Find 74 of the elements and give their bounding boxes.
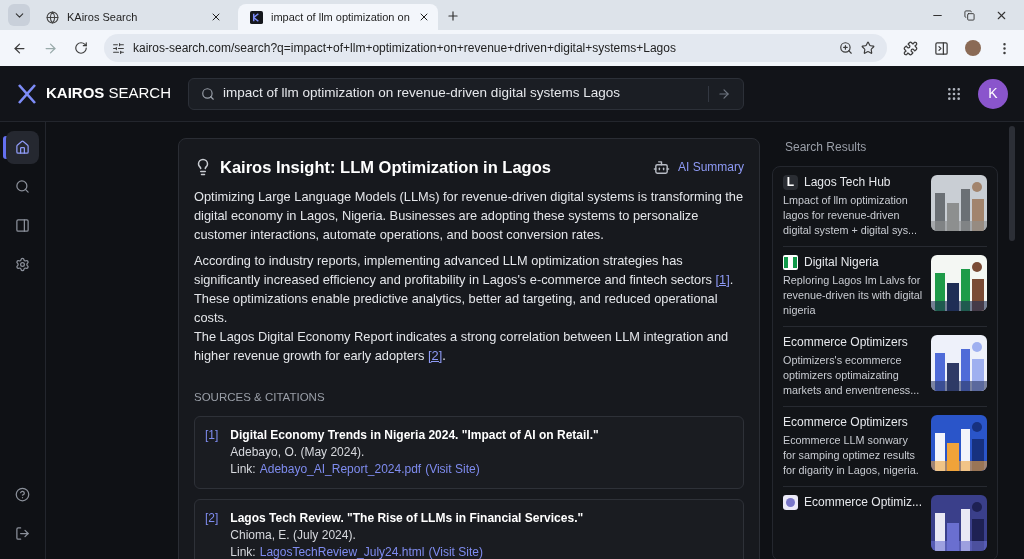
site-logo-icon: L [783,175,798,190]
url-text: kairos-search.com/search?q=impact+of+llm+optimization+on+revenue+driven+digital+systems+Lagos [133,40,677,57]
back-icon[interactable] [12,40,27,56]
summary-paragraph: Optimizing Large Language Models (LLMs) for revenue-driven digital systems is transforming the digital economy in Lagos, Nigeria. Businesses are adopting these systems to personalize customer interactions, automate operations, and boost conversion rates. [194,187,744,244]
flag-icon [783,255,798,270]
search-icon [15,179,30,194]
zoom-icon[interactable] [839,41,853,55]
visit-site-link[interactable]: (Visit Site) [425,461,480,478]
insight-title: Kairos Insight: LLM Optimization in Lagos [220,157,552,178]
ai-summary-label: AI Summary [678,159,744,177]
browser-tab[interactable]: impact of llm optimization on [238,4,438,30]
source-author: Adebayo, O. (May 2024). [230,444,366,461]
results-heading: Search Results [784,139,868,156]
link-label: Link: [230,461,256,478]
result-item[interactable]: Ecommerce Optimizers Optimizers's ecommerce optimizers optimaizating markets and enventreness... [783,327,987,407]
logout-icon [15,526,30,541]
site-logo-icon [783,495,798,510]
source-author: Chioma, E. (July 2024). [230,527,357,544]
extensions-icon[interactable] [903,40,918,56]
home-button[interactable] [6,131,39,164]
result-source: Ecommerce Optimiz... [804,495,923,510]
robot-icon [653,158,670,176]
result-source: Ecommerce Optimizers [783,415,908,430]
source-title: Digital Economy Trends in Nigeria 2024. "Impact of AI on Retail." [230,427,599,444]
tab-title: impact of llm optimization on [271,9,410,25]
citation-link[interactable]: [1] [715,271,730,287]
side-panel-icon[interactable] [934,40,949,56]
globe-icon [46,10,59,24]
submit-arrow-icon[interactable] [717,86,731,101]
help-icon [15,487,30,502]
browser-tab[interactable]: KAiros Search [34,4,234,30]
close-icon[interactable] [210,11,222,23]
result-snippet: Optimizers's ecommerce optimizers optimaizating markets and enventreness... [783,353,921,398]
restore-icon[interactable] [964,10,975,21]
address-bar[interactable]: kairos-search.com/search?q=impact+of+llm+optimization+on+revenue+driven+digital+systems+Lagos [104,34,887,62]
result-item[interactable]: L Lagos Tech Hub Lmpact of llm optimization lagos for revenue-driven digital system + digital sys... [783,167,987,247]
search-field[interactable]: impact of llm optimization on revenue-driven digital systems Lagos [188,77,744,110]
result-snippet: Lmpact of llm optimization lagos for revenue-driven digital system + digital sys... [783,193,919,238]
result-item[interactable]: Ecommerce Optimizers Ecommerce LLM sonwary for samping optimez results for digarity in Lagos, nigeria. [783,407,987,487]
panel-icon [15,218,30,233]
summary-paragraph: According to industry reports, implementing advanced LLM optimization strategies has significantly increased efficiency and profitability in Lagos's e-commerce and fintech sectors [1]. These optimizations enable predictive analytics, better ad targeting, and reduced operational costs. The Lagos Digital Economy Report indicates a strong correlation between LLM integration and higher revenue growth for early adopters [2]. [194,251,735,365]
result-item[interactable]: Digital Nigeria Reploring Lagos Im Lalvs for revenue-driven its with digital nigeria [783,247,987,327]
tab-list-button[interactable] [8,4,30,26]
scrollbar-thumb[interactable] [1009,126,1015,241]
result-source: Lagos Tech Hub [804,175,891,190]
link-label: Link: [230,544,256,559]
result-snippet: Reploring Lagos Im Lalvs for revenue-driven its with digital nigeria [783,273,923,318]
citation-number: [2] [205,510,219,527]
result-source: Ecommerce Optimizers [783,335,908,350]
search-query: impact of llm optimization on revenue-driven digital systems Lagos [223,84,621,103]
file-link[interactable]: LagosTechReview_July24.html [259,544,425,559]
result-item[interactable]: Ecommerce Optimiz... [783,487,987,559]
settings-icon [15,257,30,272]
close-icon[interactable] [995,9,1008,22]
file-link[interactable]: Adebayo_AI_Report_2024.pdf [259,461,422,478]
user-avatar[interactable]: K [978,78,1008,109]
brand-name: KAIROS SEARCH [46,83,172,104]
result-source: Digital Nigeria [804,255,879,270]
home-icon [15,140,30,155]
apps-grid-icon[interactable] [946,85,962,102]
tab-logo-icon [250,10,263,24]
new-tab-icon[interactable] [446,9,460,23]
result-snippet: Ecommerce LLM sonwary for samping optimez results for digarity in Lagos, nigeria. [783,433,920,478]
bookmark-icon[interactable] [861,41,875,55]
source-title: Lagos Tech Review. "The Rise of LLMs in Financial Services." [230,510,584,527]
tab-title: KAiros Search [67,9,139,25]
reload-icon[interactable] [74,41,88,55]
visit-site-link[interactable]: (Visit Site) [428,544,483,559]
site-info-icon[interactable] [112,41,125,55]
profile-avatar[interactable] [965,40,981,56]
search-icon [201,86,215,101]
citation-number: [1] [205,427,219,444]
sources-heading: SOURCES & CITATIONS [194,389,326,405]
logo-icon [16,82,38,105]
